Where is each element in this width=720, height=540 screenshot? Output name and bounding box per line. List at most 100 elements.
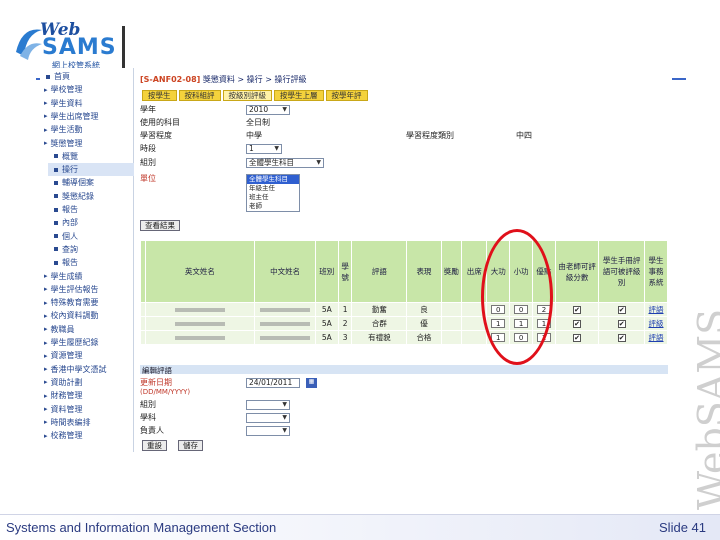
sidebar-item[interactable]: 內部 — [48, 216, 134, 229]
column-header: 學生手冊評語可被評級別 — [598, 240, 646, 303]
sidebar-item[interactable]: ▸ 校務管理 — [40, 429, 134, 442]
row-link[interactable]: 評級 — [644, 316, 668, 331]
checkbox[interactable]: ✔ — [617, 306, 626, 314]
table-cell: 5A — [314, 330, 339, 345]
column-header: 表現 — [406, 240, 442, 303]
sidebar-item[interactable]: 首頁 — [40, 70, 134, 83]
slide-footer: Systems and Information Management Secti… — [0, 514, 720, 540]
sidebar-item[interactable]: ▸ 學生出席管理 — [40, 110, 134, 123]
tab[interactable]: 按學年評 — [325, 90, 368, 101]
listbox-option[interactable]: 老師 — [247, 202, 299, 211]
highlight-ellipse — [481, 229, 553, 365]
date-input[interactable]: 24/01/2011 — [246, 377, 300, 388]
sidebar-item[interactable]: ▸ 資料管理 — [40, 403, 134, 416]
year-select[interactable]: 2010 ▼ — [246, 104, 290, 115]
sidebar-item-label: 資助計劃 — [50, 377, 83, 387]
sidebar-item[interactable]: ▸ 學生活動 — [40, 123, 134, 136]
term-select[interactable]: 1 ▼ — [246, 143, 282, 154]
table-cell: ✔ — [598, 330, 646, 345]
level-label: 學習程度 — [140, 131, 172, 140]
checkbox[interactable]: ✔ — [617, 320, 626, 328]
sidebar-item[interactable]: ▸ 校內資料調動 — [40, 309, 134, 322]
sidebar-item[interactable]: ▸ 學校管理 — [40, 83, 134, 96]
row-link[interactable]: 評語 — [644, 302, 668, 317]
date-label: 更新日期 — [140, 378, 172, 387]
sidebar-item[interactable]: ▸ 財務管理 — [40, 389, 134, 402]
chevron-right-icon: ▸ — [44, 378, 48, 387]
column-header: 學號 — [337, 240, 353, 303]
checkbox[interactable]: ✔ — [573, 306, 582, 314]
sidebar-item[interactable]: 個人 — [48, 230, 134, 243]
column-header: 班別 — [314, 240, 339, 303]
chevron-right-icon: ▸ — [44, 391, 48, 400]
tab[interactable]: 按級別評級 — [222, 90, 272, 101]
chevron-right-icon: ▸ — [44, 338, 48, 347]
field3-row: 負責人 ▼ — [140, 425, 290, 436]
field2-select[interactable]: ▼ — [246, 412, 290, 423]
redacted-name — [260, 322, 311, 326]
sidebar-item[interactable]: ▸ 時間表編排 — [40, 416, 134, 429]
sidebar-item[interactable]: ▸ 學生成績 — [40, 270, 134, 283]
sidebar-item-label: 報告 — [62, 205, 78, 214]
date-format-row: (DD/MM/YYYY) — [140, 388, 246, 396]
slide-number: Slide 41 — [659, 520, 706, 535]
bullet-icon — [54, 260, 58, 265]
table-cell: ✔ — [598, 316, 646, 331]
sidebar-item[interactable]: ▸ 香港中學文憑試 — [40, 363, 134, 376]
term-label: 時段 — [140, 144, 156, 153]
unit-listbox[interactable]: 全體學生科目 年級主任 班主任 老師 — [246, 174, 300, 212]
table-cell: 1 — [337, 302, 353, 317]
sidebar-item-label: 財務管理 — [50, 391, 83, 401]
listbox-option[interactable]: 全體學生科目 — [247, 175, 299, 184]
sidebar-item[interactable]: ▸ 資助計劃 — [40, 376, 134, 389]
save-button[interactable]: 儲存 — [178, 440, 203, 451]
sidebar-item[interactable]: ▸ 資源管理 — [40, 349, 134, 362]
breadcrumb: [S-ANF02-08] 獎懲資料 > 操行 > 操行評級 — [140, 74, 306, 85]
table-cell: 5A — [314, 302, 339, 317]
sidebar-item[interactable]: ▸ 學生履歷紀錄 — [40, 336, 134, 349]
sidebar-item[interactable]: 報告 — [48, 203, 134, 216]
sidebar-item[interactable]: 輔導個案 — [48, 176, 134, 189]
group-select[interactable]: 全體學生科目 ▼ — [246, 157, 324, 168]
listbox-option[interactable]: 班主任 — [247, 193, 299, 202]
chevron-down-icon: ▼ — [282, 401, 287, 408]
sidebar-item[interactable]: ▸ 學生評估報告 — [40, 283, 134, 296]
reset-button[interactable]: 重設 — [142, 440, 167, 451]
chevron-down-icon: ▼ — [282, 106, 287, 113]
sidebar-item[interactable]: 概覽 — [48, 150, 134, 163]
checkbox[interactable]: ✔ — [617, 334, 626, 342]
table-cell — [254, 302, 316, 317]
checkbox[interactable]: ✔ — [573, 334, 582, 342]
tab[interactable]: 按學生上層 — [274, 90, 324, 101]
sidebar-item[interactable]: 獎懲紀錄 — [48, 190, 134, 203]
sidebar-item[interactable]: ▸ 獎懲管理 — [40, 137, 134, 150]
chevron-right-icon: ▸ — [44, 365, 48, 374]
column-header: 獎勵 — [440, 240, 463, 303]
listbox-option[interactable]: 年級主任 — [247, 184, 299, 193]
tab[interactable]: 按科組評 — [178, 90, 221, 101]
edit-section-header: 編輯評語 — [140, 365, 668, 375]
field2-label: 學科 — [140, 413, 156, 422]
tab[interactable]: 按學生 — [142, 90, 177, 101]
sidebar-item[interactable]: 查詢 — [48, 243, 134, 256]
table-cell: ✔ — [554, 330, 600, 345]
column-header: 英文姓名 — [144, 240, 256, 303]
sidebar-item[interactable]: ▸ 學生資料 — [40, 97, 134, 110]
checkbox[interactable]: ✔ — [573, 320, 582, 328]
sidebar-item-label: 時間表編排 — [50, 417, 91, 427]
row-link[interactable]: 評語 — [644, 330, 668, 345]
table-cell: ✔ — [554, 316, 600, 331]
column-header: 學生事務系統 — [644, 240, 668, 303]
calendar-icon[interactable]: ▦ — [306, 377, 317, 388]
field3-select[interactable]: ▼ — [246, 425, 290, 436]
sidebar-item[interactable]: ▸ 教職員 — [40, 323, 134, 336]
sidebar-item[interactable]: 報告 — [48, 256, 134, 269]
bullet-icon — [54, 207, 58, 212]
sidebar-item[interactable]: ▸ 特殊教育需要 — [40, 296, 134, 309]
field1-select[interactable]: ▼ — [246, 399, 290, 410]
sidebar-item[interactable]: 操行 — [48, 163, 134, 177]
view-results-button[interactable]: 查看結果 — [140, 220, 180, 231]
logo-sams-text: SAMS — [42, 35, 117, 60]
bullet-icon — [54, 154, 58, 159]
sidebar-item-label: 個人 — [62, 231, 78, 241]
